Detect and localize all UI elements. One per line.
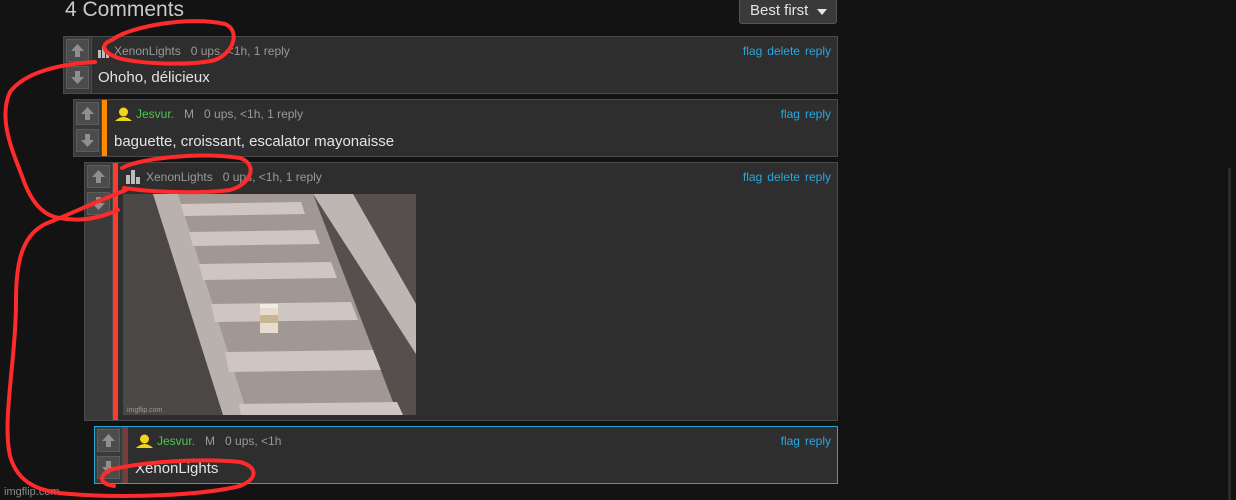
thread-stripe xyxy=(113,163,118,420)
thread-stripe xyxy=(102,100,107,156)
chevron-down-icon xyxy=(817,9,827,15)
flag-link[interactable]: flag xyxy=(743,44,762,58)
delete-link[interactable]: delete xyxy=(767,44,800,58)
reply-link[interactable]: reply xyxy=(805,107,831,121)
sort-dropdown[interactable]: Best first xyxy=(739,0,837,24)
downvote-button[interactable] xyxy=(97,456,120,479)
reply-link[interactable]: reply xyxy=(805,434,831,448)
image-watermark: imgflip.com xyxy=(127,407,163,414)
delete-link[interactable]: delete xyxy=(767,170,800,184)
imgflip-watermark: imgflip.com xyxy=(4,486,60,498)
imgflip-logo-icon xyxy=(126,170,142,187)
comments-title: 4 Comments xyxy=(65,0,185,21)
comment-text: Ohoho, délicieux xyxy=(98,69,210,86)
comment-4: Jesvur. M 0 ups, <1h flag reply XenonLights xyxy=(94,426,838,484)
downvote-button[interactable] xyxy=(87,192,110,215)
vote-column xyxy=(74,100,102,156)
comment-image-escalator[interactable]: imgflip.com xyxy=(123,194,416,415)
comment-username[interactable]: Jesvur. xyxy=(157,434,195,448)
flag-link[interactable]: flag xyxy=(781,434,800,448)
user-icon xyxy=(136,434,153,451)
downvote-button[interactable] xyxy=(66,66,89,89)
flag-link[interactable]: flag xyxy=(743,170,762,184)
comment-text: XenonLights xyxy=(135,460,219,477)
upvote-button[interactable] xyxy=(66,39,89,62)
comment-username[interactable]: XenonLights xyxy=(114,44,181,58)
comment-meta: 0 ups, <1h, 1 reply xyxy=(204,107,304,121)
upvote-button[interactable] xyxy=(87,165,110,188)
flag-link[interactable]: flag xyxy=(781,107,800,121)
comment-meta: 0 ups, <1h, 1 reply xyxy=(190,44,290,58)
comment-text: baguette, croissant, escalator mayonaiss… xyxy=(114,133,395,150)
comment-1: XenonLights 0 ups, <1h, 1 reply flag delet… xyxy=(63,36,838,94)
upvote-button[interactable] xyxy=(76,102,99,125)
comment-username[interactable]: Jesvur. xyxy=(136,107,174,121)
vote-column xyxy=(95,427,123,483)
comment-meta: 0 ups, <1h xyxy=(225,434,282,448)
reply-link[interactable]: reply xyxy=(805,44,831,58)
comment-username[interactable]: XenonLights xyxy=(146,170,213,184)
user-icon xyxy=(115,107,132,124)
mod-badge: M xyxy=(184,107,195,121)
vote-column xyxy=(64,37,92,93)
reply-link[interactable]: reply xyxy=(805,170,831,184)
comment-meta: 0 ups, <1h, 1 reply xyxy=(222,170,322,184)
upvote-button[interactable] xyxy=(97,429,120,452)
downvote-button[interactable] xyxy=(76,129,99,152)
thread-stripe xyxy=(123,427,128,483)
imgflip-logo-icon xyxy=(98,46,110,61)
sort-label: Best first xyxy=(750,2,809,19)
vote-column xyxy=(85,163,113,420)
comment-2: Jesvur. M 0 ups, <1h, 1 reply flag reply ba… xyxy=(73,99,838,157)
scrollbar[interactable] xyxy=(1228,168,1231,500)
mod-badge: M xyxy=(205,434,216,448)
